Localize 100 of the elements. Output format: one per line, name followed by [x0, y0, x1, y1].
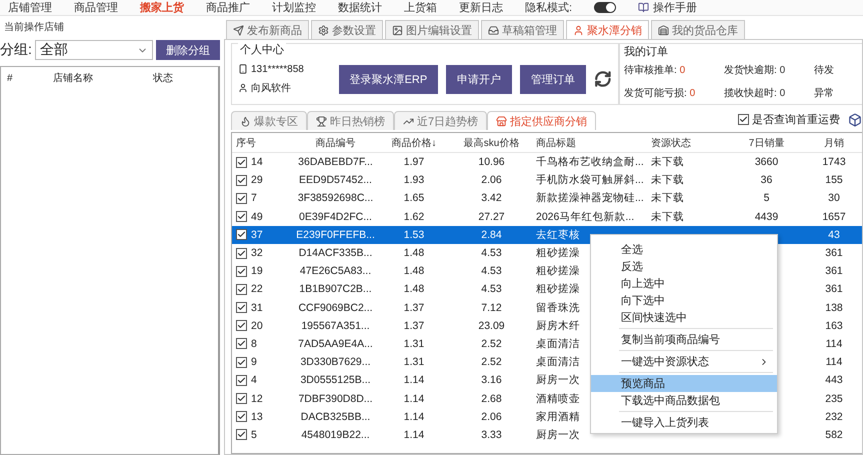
column-header[interactable]: 商品标题: [532, 136, 647, 150]
row-checkbox[interactable]: [236, 338, 247, 350]
table-cell: 4.53: [481, 283, 502, 296]
sub-tab[interactable]: 近7日趋势榜: [394, 111, 488, 130]
action-button[interactable]: 登录聚水潭ERP: [338, 64, 438, 94]
delete-group-button[interactable]: 删除分组: [156, 40, 220, 60]
row-checkbox[interactable]: [236, 393, 247, 404]
column-header[interactable]: 最高sku价格: [447, 136, 532, 150]
menu-item[interactable]: 全选: [591, 241, 777, 258]
table-cell: D14ACF335B...: [298, 247, 372, 260]
table-cell: 22: [251, 283, 263, 296]
row-checkbox[interactable]: [236, 356, 247, 368]
menu-item[interactable]: 计划监控: [272, 0, 316, 15]
privacy-toggle[interactable]: [594, 2, 616, 13]
table-cell: E239F0FFEFB...: [296, 228, 375, 241]
table-cell: 1.48: [404, 247, 424, 260]
sub-tab[interactable]: 指定供应商分销: [487, 111, 596, 130]
order-stat: 发货快逾期: 0: [724, 64, 786, 78]
table-cell: 1.48: [404, 283, 424, 296]
table-cell: 14: [251, 156, 263, 168]
sub-tab[interactable]: 爆款专区: [231, 111, 307, 130]
row-checkbox[interactable]: [236, 156, 247, 168]
manual-link[interactable]: 操作手册: [653, 0, 698, 15]
table-cell: 厨房一次: [536, 374, 580, 386]
table-cell: 32: [251, 247, 263, 260]
section-title: 当前操作店铺: [3, 20, 65, 35]
table-cell: CCF9069BC2...: [298, 302, 373, 314]
table-cell: 家用酒精: [536, 410, 580, 423]
menu-item[interactable]: 下载选中商品数据包: [591, 392, 777, 409]
row-checkbox[interactable]: [236, 266, 247, 277]
table-cell: 新款搓澡神器宠物硅...: [536, 192, 644, 204]
table-cell: 1.65: [404, 192, 424, 204]
menu-item[interactable]: 一键选中资源状态: [591, 353, 777, 370]
row-checkbox[interactable]: [236, 429, 247, 440]
row-checkbox[interactable]: [236, 211, 247, 222]
menu-item[interactable]: 上货箱: [404, 0, 437, 15]
menu-item[interactable]: 商品推广: [206, 0, 250, 15]
table-cell: 155: [825, 174, 843, 186]
row-checkbox[interactable]: [236, 411, 247, 422]
table-cell: 1.14: [404, 374, 424, 386]
table-cell: 9: [251, 356, 257, 368]
privacy-mode-label: 隐私模式:: [525, 1, 572, 15]
table-cell: 4.53: [481, 247, 502, 260]
refresh-icon[interactable]: [594, 69, 612, 89]
table-cell: 20: [251, 320, 263, 332]
column-header[interactable]: 序号: [232, 136, 290, 150]
menu-item[interactable]: 反选: [591, 258, 777, 275]
menu-item[interactable]: 数据统计: [338, 0, 382, 15]
menu-item[interactable]: 更新日志: [459, 0, 503, 15]
table-cell: 千鸟格布艺收纳盒耐...: [536, 156, 644, 168]
menu-item[interactable]: 店铺管理: [8, 0, 52, 15]
tab-icon: [658, 24, 669, 36]
tab[interactable]: 草稿箱管理: [481, 20, 564, 39]
menu-item[interactable]: 向下选中: [591, 292, 777, 309]
row-checkbox[interactable]: [236, 374, 247, 386]
menu-item[interactable]: 一键导入上货列表: [591, 414, 777, 431]
row-checkbox[interactable]: [236, 229, 247, 240]
row-checkbox[interactable]: [236, 302, 247, 314]
table-cell: 4.53: [481, 265, 502, 278]
table-cell: 5: [764, 192, 770, 204]
tab-icon: [240, 116, 251, 126]
column-header[interactable]: 资源状态: [647, 136, 727, 150]
panel-title: 我的订单: [624, 45, 669, 59]
column-header[interactable]: 月销: [802, 136, 862, 150]
column-header[interactable]: 商品编号: [290, 136, 377, 150]
table-cell: 1.62: [404, 210, 424, 223]
row-checkbox[interactable]: [236, 192, 247, 204]
column-header: #: [6, 72, 14, 84]
table-cell: 3D0555125B...: [300, 374, 371, 386]
cube-icon[interactable]: [848, 113, 862, 127]
tab[interactable]: 我的货品仓库: [651, 20, 745, 39]
column-header[interactable]: 商品价格↓: [377, 136, 447, 150]
tab[interactable]: 参数设置: [311, 20, 383, 39]
table-cell: 2026马年红包新款...: [536, 210, 634, 223]
menu-item[interactable]: 复制当前项商品编号: [591, 331, 777, 348]
row-checkbox[interactable]: [236, 174, 247, 186]
menu-item[interactable]: 商品管理: [74, 0, 118, 15]
group-select[interactable]: 全部: [34, 40, 153, 60]
table-cell: 582: [825, 428, 843, 441]
row-checkbox[interactable]: [236, 284, 247, 295]
sub-tab[interactable]: 昨日热销榜: [307, 111, 394, 130]
menu-item[interactable]: 搬家上货: [140, 0, 184, 15]
checkbox[interactable]: [738, 114, 749, 125]
tab[interactable]: 聚水潭分销: [566, 20, 649, 39]
menu-item[interactable]: 向上选中: [591, 275, 777, 292]
user-icon: [238, 82, 248, 92]
column-header[interactable]: 7日销量: [727, 136, 802, 150]
action-button[interactable]: 申请开户: [446, 64, 512, 94]
table-cell: 1.31: [404, 356, 424, 368]
tab[interactable]: 图片编辑设置: [385, 20, 479, 39]
table-cell: 未下载: [651, 174, 684, 186]
menu-item[interactable]: 预览商品: [591, 375, 777, 392]
menu-item[interactable]: 区间快速选中: [591, 309, 777, 326]
row-checkbox[interactable]: [236, 320, 247, 332]
table-cell: 138: [825, 302, 843, 314]
action-button[interactable]: 管理订单: [520, 64, 586, 94]
row-checkbox[interactable]: [236, 248, 247, 259]
panel-title: 个人中心: [238, 42, 286, 57]
tab[interactable]: 发布新商品: [226, 20, 309, 39]
table-cell: 47E26C5A83...: [300, 265, 372, 278]
